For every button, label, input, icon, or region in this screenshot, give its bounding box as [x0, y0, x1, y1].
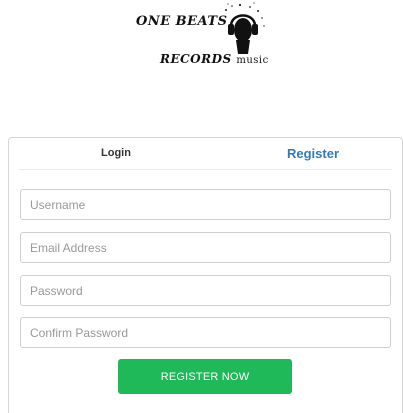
brand-logo: ONE BEATS RECORDS music [130, 0, 280, 90]
register-page: ONE BEATS RECORDS music Login Register U… [0, 0, 403, 413]
logo-text-music: music [236, 55, 269, 66]
email-input[interactable] [20, 232, 391, 263]
confirm-password-input[interactable] [20, 317, 391, 348]
logo-text-records: RECORDS music [160, 52, 269, 66]
tab-register[interactable]: Register [287, 146, 339, 161]
password-input[interactable] [20, 275, 391, 306]
headphone-figure-icon [222, 2, 265, 54]
register-now-button[interactable]: REGISTER NOW [118, 359, 292, 394]
tab-login[interactable]: Login [101, 147, 131, 159]
username-input[interactable] [20, 189, 391, 220]
auth-tabs: Login Register [19, 138, 392, 170]
auth-card: Login Register REGISTER NOW [8, 137, 403, 413]
logo-text-records-main: RECORDS [160, 52, 232, 66]
logo-text-one-beats: ONE BEATS [136, 14, 228, 29]
